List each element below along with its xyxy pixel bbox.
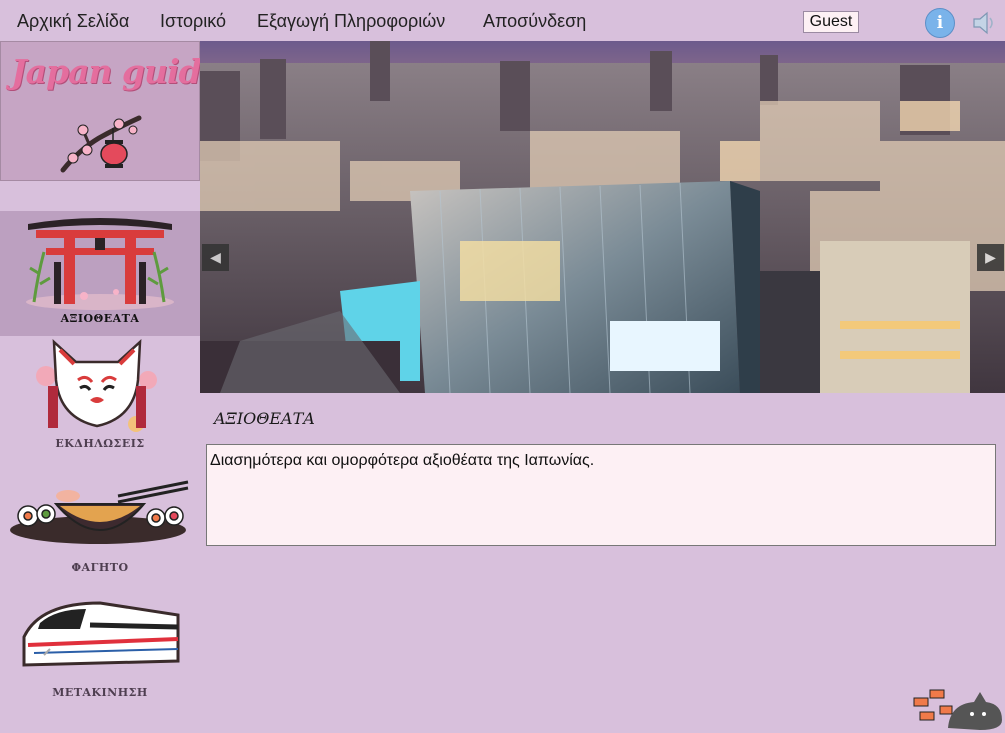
- sushi-cat-icon: [913, 689, 1002, 730]
- sidebar-item-transport[interactable]: ΜΕΤΑΚΙΝΗΣΗ: [0, 581, 200, 706]
- info-icon[interactable]: i: [925, 8, 955, 38]
- nav-logout-link[interactable]: Αποσύνδεση: [483, 11, 586, 32]
- speaker-icon[interactable]: [969, 8, 999, 38]
- description-text: Διασημότερα και ομορφότερα αξιοθέατα της…: [210, 452, 595, 469]
- sidebar-item-label: ΑΞΙΟΘΕΑΤΑ: [60, 312, 140, 325]
- carousel-prev-button[interactable]: ◀: [202, 244, 229, 271]
- sidebar-item-label: ΜΕΤΑΚΙΝΗΣΗ: [52, 686, 148, 699]
- sidebar-item-label: ΕΚΔΗΛΩΣΕΙΣ: [55, 437, 145, 450]
- logo-text: Japan guide: [11, 52, 222, 91]
- sidebar-item-events[interactable]: ΕΚΔΗΛΩΣΕΙΣ: [0, 336, 200, 456]
- section-title: ΑΞΙΟΘΕΑΤΑ: [214, 409, 315, 428]
- nav-export-link[interactable]: Εξαγωγή Πληροφοριών: [257, 11, 445, 32]
- city-skyline-image: [200, 41, 1005, 393]
- kitsune-mask-icon: [36, 339, 157, 432]
- carousel-next-button[interactable]: ▶: [977, 244, 1004, 271]
- torii-gate-icon: [26, 218, 174, 310]
- sakura-lantern-icon: [60, 115, 142, 173]
- nav-home-link[interactable]: Αρχική Σελίδα: [17, 11, 129, 32]
- sidebar-item-sights[interactable]: ΑΞΙΟΘΕΑΤΑ: [0, 211, 200, 336]
- top-navigation: Αρχική Σελίδα Ιστορικό Εξαγωγή Πληροφορι…: [0, 0, 1005, 40]
- hero-carousel[interactable]: ◀ ▶: [200, 41, 1005, 393]
- description-box: Διασημότερα και ομορφότερα αξιοθέατα της…: [206, 444, 996, 546]
- sidebar-item-food[interactable]: ΦΑΓΗΤΟ: [0, 456, 200, 581]
- sidebar-item-label: ΦΑΓΗΤΟ: [71, 561, 129, 574]
- nav-history-link[interactable]: Ιστορικό: [160, 11, 226, 32]
- site-logo[interactable]: Japan guide: [0, 41, 222, 181]
- ramen-sushi-icon: [10, 480, 189, 544]
- user-badge: Guest: [803, 11, 859, 33]
- bullet-train-icon: [22, 601, 180, 667]
